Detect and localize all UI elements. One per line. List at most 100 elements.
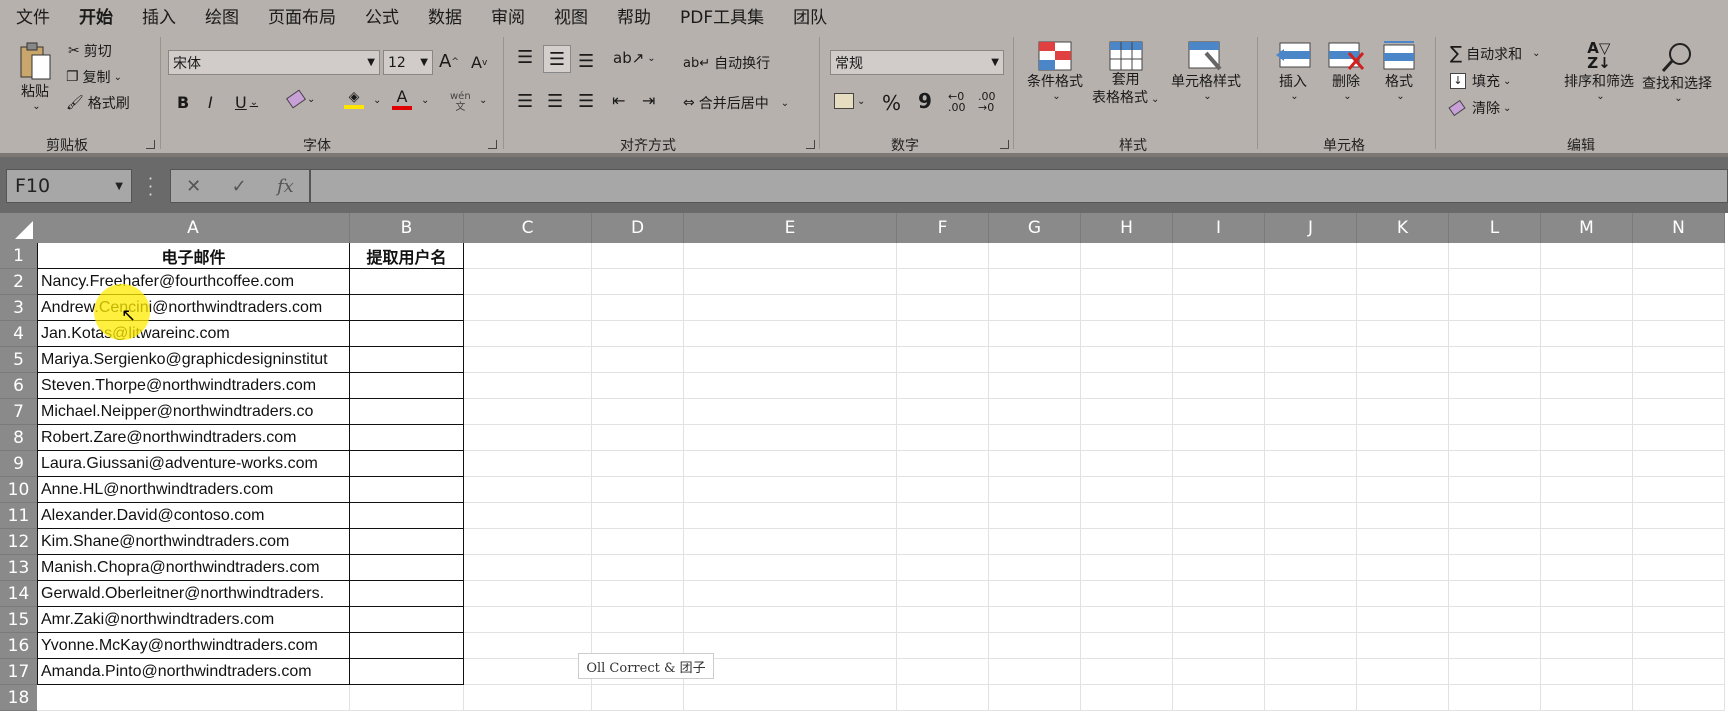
- cell-l10[interactable]: [1449, 477, 1541, 503]
- decrease-indent-button[interactable]: ⇤: [612, 91, 625, 110]
- cell-f16[interactable]: [897, 633, 989, 659]
- find-select-button[interactable]: 查找和选择 ⌄: [1642, 41, 1712, 104]
- cell-n11[interactable]: [1633, 503, 1725, 529]
- cell-c3[interactable]: [464, 295, 592, 321]
- paste-button[interactable]: 粘贴 ⌄: [18, 41, 52, 112]
- cell-f1[interactable]: [897, 243, 989, 269]
- cell-l2[interactable]: [1449, 269, 1541, 295]
- cell-g12[interactable]: [989, 529, 1081, 555]
- cell-a11[interactable]: Alexander.David@contoso.com: [37, 503, 350, 529]
- cell-m5[interactable]: [1541, 347, 1633, 373]
- cell-a1[interactable]: 电子邮件: [37, 243, 350, 269]
- cell-a14[interactable]: Gerwald.Oberleitner@northwindtraders.: [37, 581, 350, 607]
- menu-draw[interactable]: 绘图: [205, 3, 239, 28]
- cell-b5[interactable]: [350, 347, 464, 373]
- cell-n3[interactable]: [1633, 295, 1725, 321]
- row-header-7[interactable]: 7: [0, 399, 37, 425]
- cell-i6[interactable]: [1173, 373, 1265, 399]
- cell-m11[interactable]: [1541, 503, 1633, 529]
- cell-a12[interactable]: Kim.Shane@northwindtraders.com: [37, 529, 350, 555]
- cell-k7[interactable]: [1357, 399, 1449, 425]
- cell-n6[interactable]: [1633, 373, 1725, 399]
- menu-view[interactable]: 视图: [554, 3, 588, 28]
- menu-home[interactable]: 开始: [79, 3, 113, 34]
- cell-l13[interactable]: [1449, 555, 1541, 581]
- cell-n14[interactable]: [1633, 581, 1725, 607]
- cell-k6[interactable]: [1357, 373, 1449, 399]
- cell-h16[interactable]: [1081, 633, 1173, 659]
- cell-c7[interactable]: [464, 399, 592, 425]
- cell-n13[interactable]: [1633, 555, 1725, 581]
- insert-function-icon[interactable]: fx: [277, 176, 294, 197]
- wrap-text-button[interactable]: ab↵ 自动换行: [683, 53, 770, 73]
- cell-d3[interactable]: [592, 295, 684, 321]
- cell-d2[interactable]: [592, 269, 684, 295]
- cell-i15[interactable]: [1173, 607, 1265, 633]
- more-options-icon[interactable]: · · ·: [148, 171, 153, 203]
- cell-h11[interactable]: [1081, 503, 1173, 529]
- chevron-down-icon[interactable]: ⌄: [421, 95, 429, 106]
- cell-k14[interactable]: [1357, 581, 1449, 607]
- cell-m15[interactable]: [1541, 607, 1633, 633]
- cell-f9[interactable]: [897, 451, 989, 477]
- cell-a10[interactable]: Anne.HL@northwindtraders.com: [37, 477, 350, 503]
- cell-g18[interactable]: [989, 685, 1081, 711]
- cell-j8[interactable]: [1265, 425, 1357, 451]
- cell-e16[interactable]: [684, 633, 897, 659]
- cell-h5[interactable]: [1081, 347, 1173, 373]
- cell-l3[interactable]: [1449, 295, 1541, 321]
- cell-b17[interactable]: [350, 659, 464, 685]
- cell-k13[interactable]: [1357, 555, 1449, 581]
- cell-c8[interactable]: [464, 425, 592, 451]
- cell-d6[interactable]: [592, 373, 684, 399]
- cell-h13[interactable]: [1081, 555, 1173, 581]
- cell-n7[interactable]: [1633, 399, 1725, 425]
- cell-k10[interactable]: [1357, 477, 1449, 503]
- cell-d8[interactable]: [592, 425, 684, 451]
- row-header-13[interactable]: 13: [0, 555, 37, 581]
- italic-button[interactable]: I: [208, 93, 213, 112]
- cell-c15[interactable]: [464, 607, 592, 633]
- cell-l18[interactable]: [1449, 685, 1541, 711]
- orientation-button[interactable]: ab↗ ⌄: [613, 49, 656, 67]
- cell-n2[interactable]: [1633, 269, 1725, 295]
- cell-b9[interactable]: [350, 451, 464, 477]
- cell-m12[interactable]: [1541, 529, 1633, 555]
- cell-g5[interactable]: [989, 347, 1081, 373]
- cell-h4[interactable]: [1081, 321, 1173, 347]
- row-header-1[interactable]: 1: [0, 243, 37, 269]
- row-header-3[interactable]: 3: [0, 295, 37, 321]
- border-button[interactable]: ⌄: [286, 89, 315, 109]
- row-header-14[interactable]: 14: [0, 581, 37, 607]
- cell-j3[interactable]: [1265, 295, 1357, 321]
- cell-n18[interactable]: [1633, 685, 1725, 711]
- font-size-combo[interactable]: 12 ▼: [383, 50, 433, 75]
- cell-c6[interactable]: [464, 373, 592, 399]
- menu-page-layout[interactable]: 页面布局: [268, 3, 336, 28]
- column-header-e[interactable]: E: [684, 213, 897, 243]
- cell-j14[interactable]: [1265, 581, 1357, 607]
- menu-review[interactable]: 审阅: [491, 3, 525, 28]
- cell-b3[interactable]: [350, 295, 464, 321]
- cell-c11[interactable]: [464, 503, 592, 529]
- cell-e15[interactable]: [684, 607, 897, 633]
- column-header-a[interactable]: A: [37, 213, 350, 243]
- cell-j9[interactable]: [1265, 451, 1357, 477]
- increase-font-button[interactable]: A ^: [439, 51, 459, 72]
- cell-j13[interactable]: [1265, 555, 1357, 581]
- cut-button[interactable]: ✂ 剪切: [68, 41, 112, 61]
- cell-n1[interactable]: [1633, 243, 1725, 269]
- column-header-k[interactable]: K: [1357, 213, 1449, 243]
- cell-l6[interactable]: [1449, 373, 1541, 399]
- format-cells-button[interactable]: 格式 ⌄: [1380, 41, 1418, 102]
- cell-d18[interactable]: [592, 685, 684, 711]
- cell-i12[interactable]: [1173, 529, 1265, 555]
- cell-c1[interactable]: [464, 243, 592, 269]
- cell-e17[interactable]: [684, 659, 897, 685]
- column-header-j[interactable]: J: [1265, 213, 1357, 243]
- cell-i8[interactable]: [1173, 425, 1265, 451]
- cell-l11[interactable]: [1449, 503, 1541, 529]
- bold-button[interactable]: B: [177, 93, 189, 112]
- cell-m16[interactable]: [1541, 633, 1633, 659]
- menu-help[interactable]: 帮助: [617, 3, 651, 28]
